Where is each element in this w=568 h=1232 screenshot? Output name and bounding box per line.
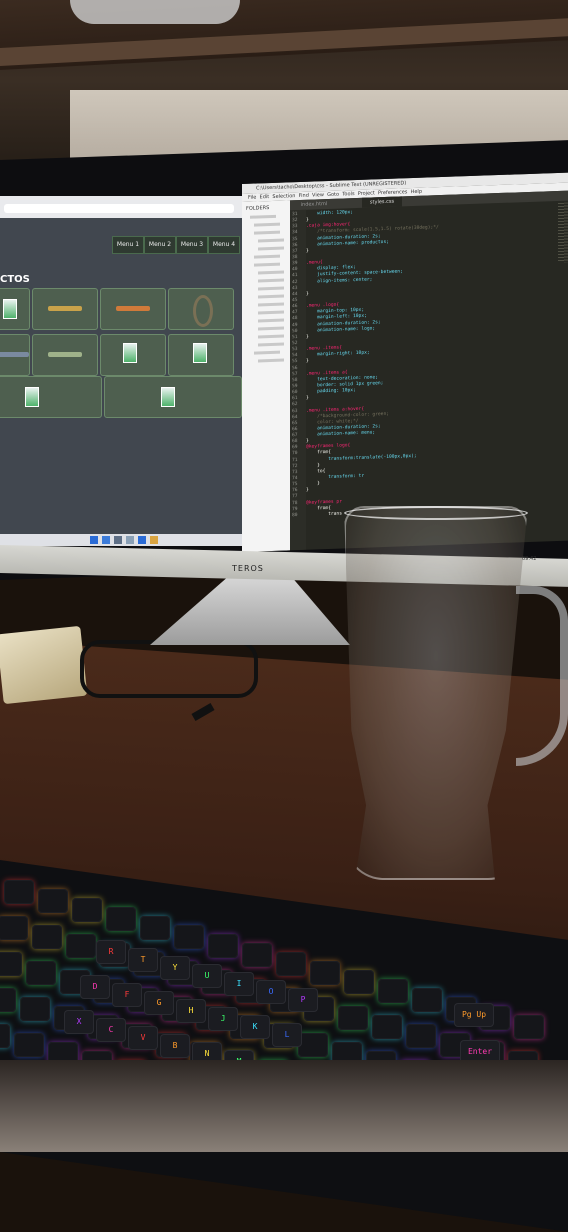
product-card[interactable] [0,288,30,330]
line-text: } [306,463,320,469]
line-text: to{ [306,468,326,475]
page-heading: CTOS [0,274,30,285]
sidebar-title: FOLDERS [246,205,270,212]
code-editor-window: C:\Users\tacho\Desktop\css - Sublime Tex… [242,172,568,552]
app-icon[interactable] [90,536,98,544]
folder-item[interactable] [258,310,284,315]
glass-rim [344,506,528,520]
line-number: 80 [292,512,298,519]
tab-index[interactable]: index.html [294,199,334,210]
line-text: } [306,217,309,223]
folder-item[interactable] [258,318,284,323]
monitor-brand-logo: TEROS [232,564,264,573]
product-image [193,295,213,327]
folder-item[interactable] [258,342,284,347]
folder-item[interactable] [254,254,280,259]
menu-2-button[interactable]: Menu 2 [144,236,176,254]
app-icon[interactable] [126,536,134,544]
line-text: } [306,481,320,487]
line-text: from{ [306,505,331,512]
product-box-image [161,387,175,407]
product-card[interactable] [0,334,30,376]
line-text: } [306,438,309,444]
line-text: .menu{ [306,260,323,266]
line-text: animation-name: menu; [306,430,376,438]
product-image [0,352,29,357]
line-text: @keyframes pr [306,499,342,506]
app-icon[interactable] [150,536,158,544]
line-text: width: 120px; [306,210,354,217]
product-card[interactable] [104,376,242,418]
product-card[interactable] [32,334,98,376]
folder-item[interactable] [258,334,284,339]
folder-item[interactable] [254,350,280,355]
line-text: } [306,291,309,297]
banknotes [0,625,88,705]
folder-item[interactable] [258,294,284,299]
glass-of-water [344,506,568,880]
product-box-image [25,387,39,407]
app-icon[interactable] [138,536,146,544]
folder-item[interactable] [258,302,284,307]
line-text: padding: 10px; [306,388,356,395]
app-icon[interactable] [102,536,110,544]
folder-item[interactable] [258,246,284,251]
folder-item[interactable] [254,230,280,235]
code-area[interactable]: 31 width: 120px; 32} 33 .caja img:hover{34 … [292,203,562,519]
glass-body [344,506,528,880]
folder-item[interactable] [258,278,284,283]
product-card[interactable] [168,334,234,376]
glass-handle [516,586,568,766]
folder-item[interactable] [250,214,276,219]
taskbar [0,534,242,546]
browser-toolbar [0,196,242,218]
product-card[interactable] [168,288,234,330]
folder-item[interactable] [258,326,284,331]
folder-item[interactable] [254,222,280,227]
product-image [48,352,82,357]
shelf-object [70,0,240,24]
product-image [116,306,150,311]
menu-1-button[interactable]: Menu 1 [112,236,144,254]
desk-surface-front [0,1060,568,1152]
line-text: from{ [306,450,331,457]
line-text: align-items: center; [306,276,373,285]
cable [80,640,258,698]
monitor-stand [150,575,350,645]
product-box-image [123,343,137,363]
product-image [48,306,82,311]
product-box-image [193,343,207,363]
product-card[interactable] [100,288,166,330]
line-text: } [306,359,309,365]
folder-item[interactable] [254,262,280,267]
browser-window: Menu 1 Menu 2 Menu 3 Menu 4 CTOS [0,196,242,546]
minimap[interactable] [558,202,568,263]
menu-3-button[interactable]: Menu 3 [176,236,208,254]
line-text: trans [306,511,342,518]
line-text: animation-name: logo; [306,326,376,334]
folder-item[interactable] [258,286,284,291]
product-box-image [3,299,17,319]
product-card[interactable] [32,288,98,330]
line-text: } [306,334,309,340]
menu-4-button[interactable]: Menu 4 [208,236,240,254]
line-text: } [306,395,309,401]
line-text: transform: tr [306,473,365,481]
product-card[interactable] [100,334,166,376]
line-text: } [306,487,309,494]
folder-item[interactable] [258,270,284,275]
tab-styles[interactable]: styles.css [362,196,402,208]
product-card[interactable] [0,376,102,418]
folder-item[interactable] [258,238,284,243]
app-icon[interactable] [114,536,122,544]
folder-sidebar: FOLDERS [242,200,290,552]
line-text: } [306,248,309,254]
address-bar[interactable] [4,204,234,213]
folder-item[interactable] [258,358,284,363]
